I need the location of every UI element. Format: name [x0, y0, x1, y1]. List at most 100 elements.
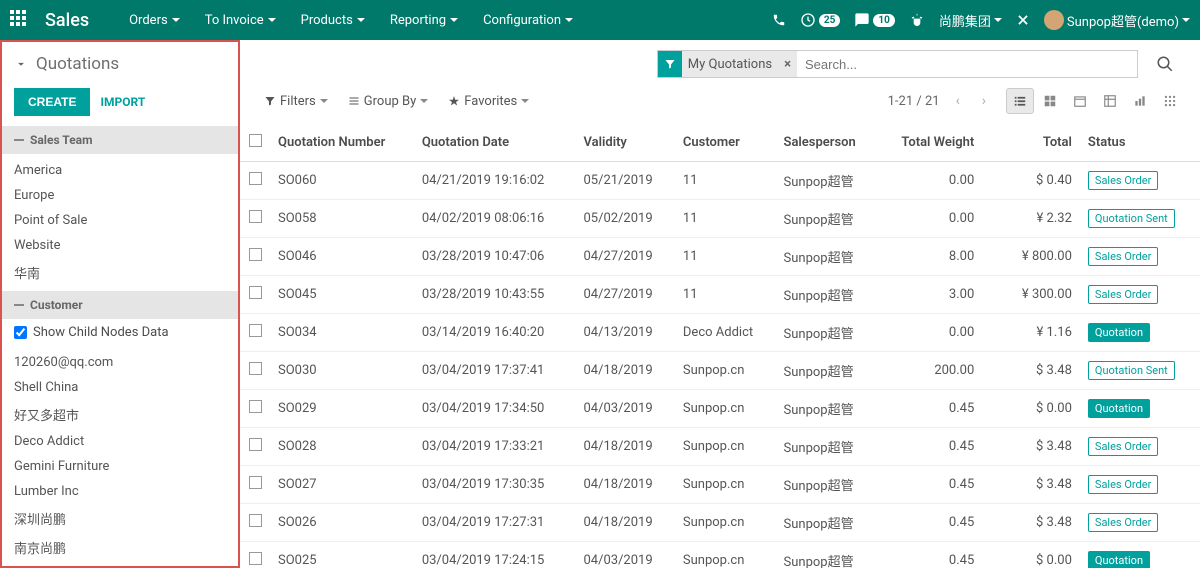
- sidebar-item[interactable]: Shell China: [2, 375, 238, 400]
- user-menu[interactable]: Sunpop超管(demo): [1044, 10, 1190, 30]
- select-all-checkbox[interactable]: [249, 134, 262, 147]
- minus-icon: [14, 304, 24, 306]
- row-checkbox[interactable]: [249, 514, 262, 527]
- view-graph[interactable]: [1126, 88, 1154, 114]
- main-menu: OrdersTo InvoiceProductsReportingConfigu…: [119, 7, 583, 34]
- table-row[interactable]: SO02903/04/2019 17:34:5004/03/2019Sunpop…: [240, 390, 1200, 428]
- activity-icon[interactable]: 25: [800, 12, 840, 28]
- company-switcher[interactable]: 尚鹏集团: [939, 11, 1002, 30]
- status-badge: Sales Order: [1088, 475, 1158, 494]
- chevron-down-icon[interactable]: [14, 57, 28, 71]
- breadcrumb-title: Quotations: [36, 54, 119, 74]
- sidebar-item[interactable]: 好又多超市: [2, 400, 238, 429]
- status-badge: Quotation Sent: [1088, 209, 1175, 228]
- sidebar-item[interactable]: America: [2, 158, 238, 183]
- show-child-nodes-checkbox[interactable]: Show Child Nodes Data: [2, 319, 238, 346]
- pager-next[interactable]: ›: [976, 89, 992, 113]
- col-header[interactable]: Salesperson: [776, 124, 879, 162]
- table-row[interactable]: SO02803/04/2019 17:33:2104/18/2019Sunpop…: [240, 428, 1200, 466]
- sidebar-item[interactable]: 华南: [2, 258, 238, 287]
- table-row[interactable]: SO05804/02/2019 08:06:1605/02/201911Sunp…: [240, 200, 1200, 238]
- row-checkbox[interactable]: [249, 248, 262, 261]
- status-badge: Quotation Sent: [1088, 361, 1175, 380]
- pager-value[interactable]: 1-21 / 21: [888, 94, 940, 109]
- table-row[interactable]: SO02503/04/2019 17:24:1504/03/2019Sunpop…: [240, 542, 1200, 568]
- facet-label: My Quotations: [682, 57, 778, 72]
- row-checkbox[interactable]: [249, 286, 262, 299]
- menu-to-invoice[interactable]: To Invoice: [195, 7, 286, 34]
- status-badge: Sales Order: [1088, 513, 1158, 532]
- app-brand[interactable]: Sales: [45, 10, 89, 31]
- row-checkbox[interactable]: [249, 476, 262, 489]
- col-header[interactable]: Total Weight: [879, 124, 983, 162]
- sidebar-item[interactable]: 120260@qq.com: [2, 350, 238, 375]
- sidebar-item[interactable]: Europe: [2, 183, 238, 208]
- row-checkbox[interactable]: [249, 438, 262, 451]
- status-badge: Sales Order: [1088, 437, 1158, 456]
- create-button[interactable]: CREATE: [14, 88, 90, 116]
- messaging-icon[interactable]: 10: [854, 12, 894, 28]
- search-icon[interactable]: [1146, 55, 1184, 73]
- status-badge: Quotation: [1088, 551, 1150, 568]
- avatar: [1044, 10, 1064, 30]
- sidebar-item[interactable]: 深圳尚鹏: [2, 504, 238, 533]
- voip-icon[interactable]: [772, 13, 786, 27]
- row-checkbox[interactable]: [249, 362, 262, 375]
- col-header[interactable]: Quotation Number: [270, 124, 414, 162]
- menu-configuration[interactable]: Configuration: [473, 7, 583, 34]
- sidebar-item[interactable]: Point of Sale: [2, 208, 238, 233]
- row-checkbox[interactable]: [249, 324, 262, 337]
- group-header-customer[interactable]: Customer: [2, 291, 238, 319]
- sidebar-item[interactable]: Lumber Inc: [2, 479, 238, 504]
- table-row[interactable]: SO04503/28/2019 10:43:5504/27/201911Sunp…: [240, 276, 1200, 314]
- pager-prev[interactable]: ‹: [950, 89, 966, 113]
- table-row[interactable]: SO03403/14/2019 16:40:2004/13/2019Deco A…: [240, 314, 1200, 352]
- col-header[interactable]: Quotation Date: [414, 124, 576, 162]
- row-checkbox[interactable]: [249, 210, 262, 223]
- view-kanban[interactable]: [1036, 88, 1064, 114]
- table-row[interactable]: SO02603/04/2019 17:27:3104/18/2019Sunpop…: [240, 504, 1200, 542]
- sidebar-item[interactable]: Gemini Furniture: [2, 454, 238, 479]
- filters-dropdown[interactable]: Filters: [256, 90, 336, 113]
- favorites-dropdown[interactable]: Favorites: [440, 90, 537, 113]
- table-row[interactable]: SO04603/28/2019 10:47:0604/27/201911Sunp…: [240, 238, 1200, 276]
- sidebar-item[interactable]: Sunpop Beijin-北京尚鹏: [2, 562, 238, 568]
- import-button[interactable]: IMPORT: [100, 95, 145, 109]
- row-checkbox[interactable]: [249, 400, 262, 413]
- systray: 25 10 尚鹏集团 Sunpop超管(demo): [772, 10, 1190, 30]
- apps-icon[interactable]: [10, 10, 30, 30]
- table-row[interactable]: SO03003/04/2019 17:37:4104/18/2019Sunpop…: [240, 352, 1200, 390]
- status-badge: Sales Order: [1088, 285, 1158, 304]
- view-list[interactable]: [1006, 88, 1034, 114]
- row-checkbox[interactable]: [249, 172, 262, 185]
- view-calendar[interactable]: [1066, 88, 1094, 114]
- col-header[interactable]: Total: [982, 124, 1080, 162]
- close-debug-icon[interactable]: [1016, 13, 1030, 27]
- view-pivot[interactable]: [1096, 88, 1124, 114]
- groupby-dropdown[interactable]: Group By: [340, 90, 437, 113]
- group-header-sales-team[interactable]: Sales Team: [2, 126, 238, 154]
- row-checkbox[interactable]: [249, 552, 262, 565]
- filter-icon: [658, 51, 682, 77]
- status-badge: Quotation: [1088, 399, 1150, 418]
- status-badge: Sales Order: [1088, 171, 1158, 190]
- menu-products[interactable]: Products: [291, 7, 375, 34]
- pager: 1-21 / 21 ‹ ›: [888, 89, 992, 113]
- sidebar-item[interactable]: Deco Addict: [2, 429, 238, 454]
- menu-orders[interactable]: Orders: [119, 7, 190, 34]
- col-header[interactable]: Validity: [575, 124, 674, 162]
- menu-reporting[interactable]: Reporting: [380, 7, 468, 34]
- table-row[interactable]: SO06004/21/2019 19:16:0205/21/201911Sunp…: [240, 162, 1200, 200]
- search-facet: My Quotations ×: [658, 51, 797, 77]
- sidebar-item[interactable]: Website: [2, 233, 238, 258]
- search-input[interactable]: [797, 51, 1137, 77]
- col-header[interactable]: Customer: [675, 124, 776, 162]
- facet-remove[interactable]: ×: [778, 57, 797, 72]
- col-header[interactable]: Status: [1080, 124, 1200, 162]
- table-row[interactable]: SO02703/04/2019 17:30:3504/18/2019Sunpop…: [240, 466, 1200, 504]
- debug-icon[interactable]: [909, 12, 925, 28]
- minus-icon: [14, 139, 24, 141]
- view-activity[interactable]: [1156, 88, 1184, 114]
- top-navbar: Sales OrdersTo InvoiceProductsReportingC…: [0, 0, 1200, 40]
- sidebar-item[interactable]: 南京尚鹏: [2, 533, 238, 562]
